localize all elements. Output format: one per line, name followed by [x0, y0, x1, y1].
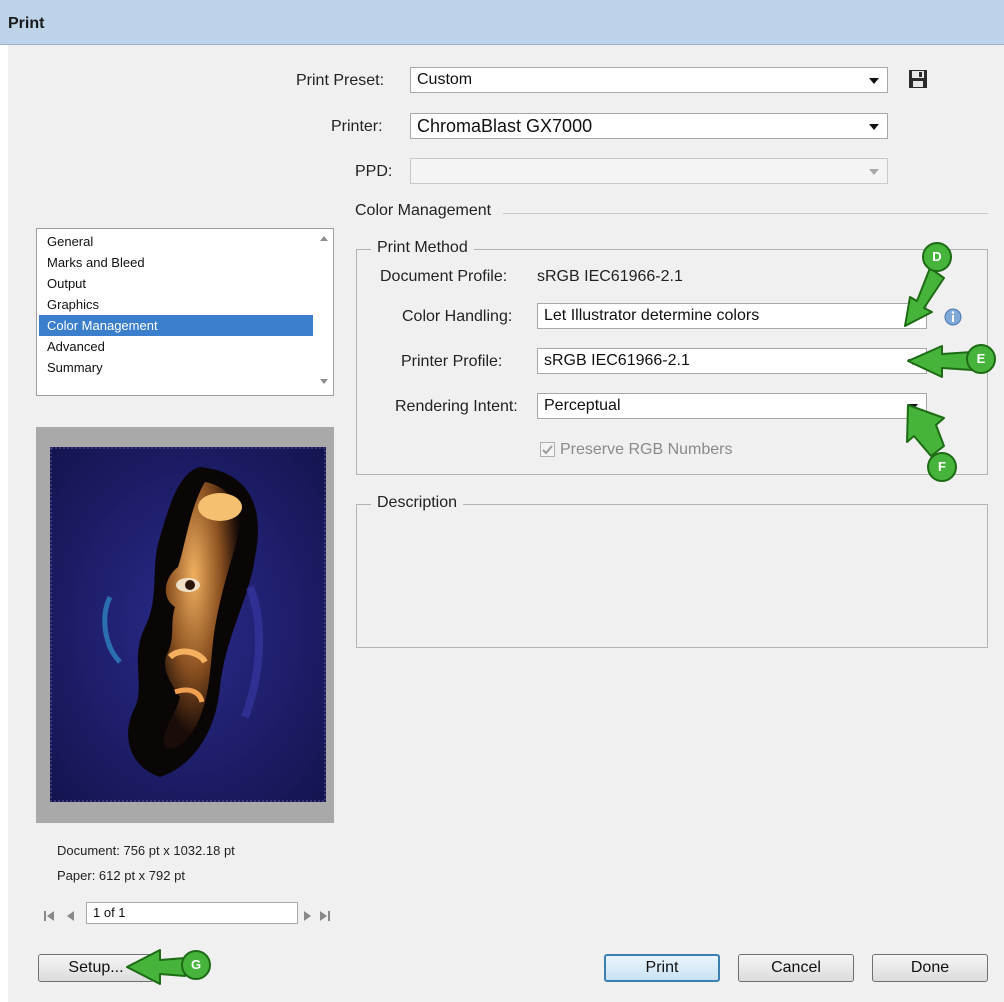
- document-profile-label: Document Profile:: [380, 268, 508, 285]
- category-item-summary[interactable]: Summary: [39, 357, 313, 378]
- chevron-down-icon: [908, 404, 918, 410]
- callout-e: E: [966, 344, 996, 374]
- save-preset-icon[interactable]: [906, 67, 930, 91]
- ppd-dropdown: [410, 158, 888, 184]
- document-profile-value: sRGB IEC61966-2.1: [537, 268, 683, 285]
- print-preset-value: Custom: [417, 71, 473, 88]
- section-divider: [503, 213, 988, 214]
- category-item-advanced[interactable]: Advanced: [39, 336, 313, 357]
- ppd-label: PPD:: [355, 163, 393, 180]
- printer-profile-label: Printer Profile:: [401, 353, 503, 370]
- print-button[interactable]: Print: [604, 954, 720, 982]
- setup-button[interactable]: Setup...: [38, 954, 154, 982]
- callout-g: G: [181, 950, 211, 980]
- portrait-image: [50, 447, 326, 802]
- category-item-marks-and-bleed[interactable]: Marks and Bleed: [39, 252, 313, 273]
- next-page-icon[interactable]: [304, 908, 312, 921]
- category-item-output[interactable]: Output: [39, 273, 313, 294]
- title-bar: Print: [0, 0, 1004, 45]
- window-title: Print: [8, 15, 45, 32]
- page-navigator: 1 of 1: [36, 902, 334, 924]
- category-list[interactable]: General Marks and Bleed Output Graphics …: [36, 228, 334, 396]
- color-handling-dropdown[interactable]: Let Illustrator determine colors: [537, 303, 927, 329]
- color-handling-value: Let Illustrator determine colors: [544, 307, 760, 324]
- callout-d: D: [922, 242, 952, 272]
- printer-profile-value: sRGB IEC61966-2.1: [544, 352, 690, 369]
- chevron-down-icon: [869, 169, 879, 175]
- rendering-intent-label: Rendering Intent:: [395, 398, 518, 415]
- chevron-down-icon: [869, 78, 879, 84]
- print-method-legend: Print Method: [371, 239, 474, 257]
- scroll-down-icon[interactable]: [320, 379, 328, 384]
- scroll-up-icon[interactable]: [320, 236, 328, 241]
- callout-f: F: [927, 452, 957, 482]
- rendering-intent-value: Perceptual: [544, 397, 621, 414]
- color-handling-label: Color Handling:: [402, 308, 513, 325]
- category-item-general[interactable]: General: [39, 231, 313, 252]
- printer-profile-dropdown[interactable]: sRGB IEC61966-2.1: [537, 348, 927, 374]
- printer-value: ChromaBlast GX7000: [417, 116, 593, 136]
- print-dialog: Print Print Preset: Custom Printer: Chro…: [0, 0, 1004, 1002]
- print-preset-label: Print Preset:: [296, 72, 385, 89]
- prev-page-icon[interactable]: [66, 908, 74, 921]
- document-size: Document: 756 pt x 1032.18 pt: [57, 843, 235, 858]
- category-list-scrollbar[interactable]: [316, 230, 332, 394]
- page-number-field[interactable]: 1 of 1: [86, 902, 298, 924]
- preserve-rgb-checkbox: [540, 442, 555, 457]
- description-legend: Description: [371, 494, 464, 512]
- description-group: Description: [356, 494, 988, 648]
- preserve-rgb-label: Preserve RGB Numbers: [560, 441, 733, 458]
- section-title: Color Management: [355, 202, 492, 219]
- printer-dropdown[interactable]: ChromaBlast GX7000: [410, 113, 888, 139]
- first-page-icon[interactable]: [44, 908, 54, 921]
- printer-label: Printer:: [331, 118, 383, 135]
- print-preset-dropdown[interactable]: Custom: [410, 67, 888, 93]
- done-button[interactable]: Done: [872, 954, 988, 982]
- last-page-icon[interactable]: [320, 908, 330, 921]
- checkbox-check-icon: [542, 445, 553, 455]
- print-preview[interactable]: [36, 427, 334, 823]
- category-item-color-management[interactable]: Color Management: [39, 315, 313, 336]
- rendering-intent-dropdown[interactable]: Perceptual: [537, 393, 927, 419]
- chevron-down-icon: [869, 124, 879, 130]
- category-item-graphics[interactable]: Graphics: [39, 294, 313, 315]
- paper-size: Paper: 612 pt x 792 pt: [57, 868, 185, 883]
- cancel-button[interactable]: Cancel: [738, 954, 854, 982]
- chevron-down-icon: [908, 314, 918, 320]
- chevron-down-icon: [908, 359, 918, 365]
- info-icon[interactable]: [943, 307, 963, 327]
- preview-artwork: [50, 447, 326, 802]
